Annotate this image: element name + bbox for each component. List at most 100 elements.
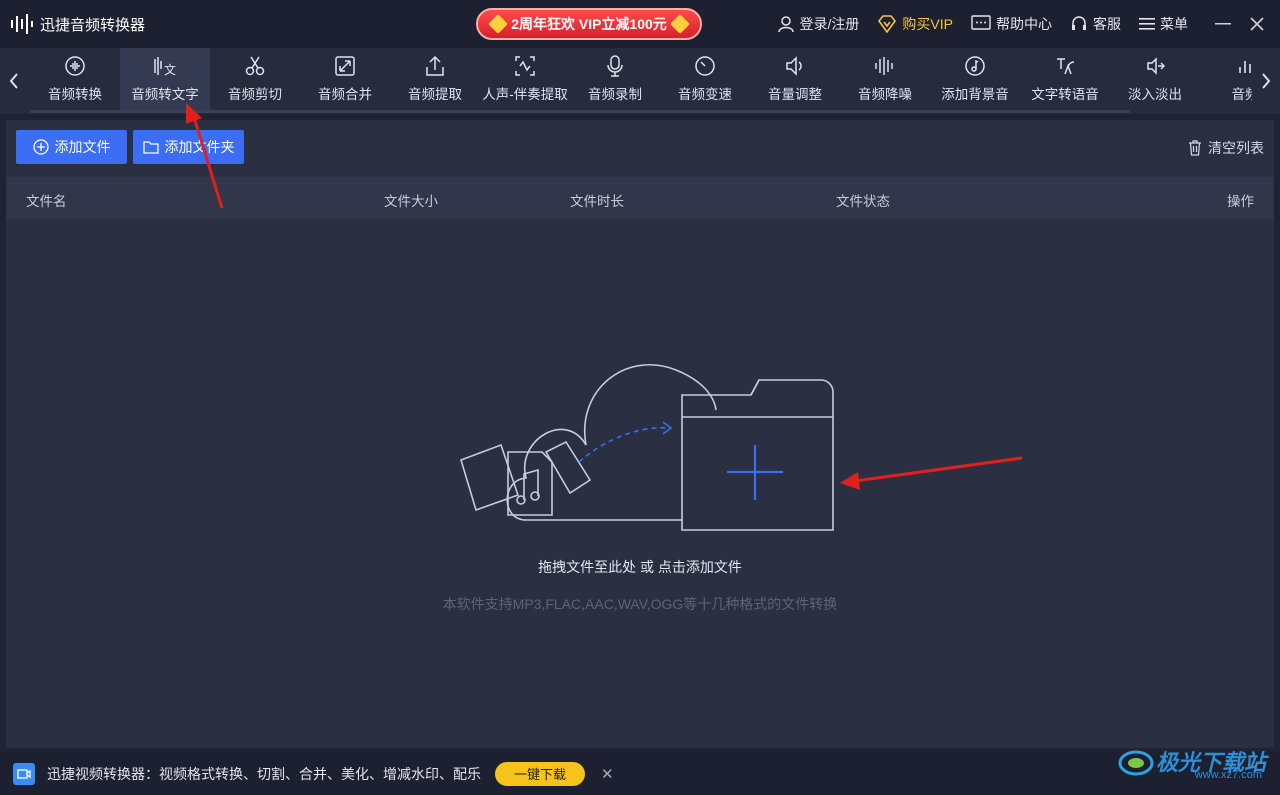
promo-label: 2周年狂欢 VIP立减100元	[511, 16, 667, 32]
tool-label: 音频合并	[318, 87, 372, 102]
column-header: 文件状态	[836, 194, 890, 209]
trash-icon	[1189, 140, 1201, 156]
denoise-icon	[875, 57, 893, 75]
supported-formats-text: 本软件支持MP3,FLAC,AAC,WAV,OGG等十几种格式的文件转换	[442, 596, 838, 612]
help-center-button[interactable]: 帮助中心	[971, 14, 1052, 34]
tool-label: 音频转换	[48, 87, 102, 102]
add-folder-button[interactable]: 添加文件夹	[133, 130, 244, 164]
menu-label: 菜单	[1160, 16, 1188, 32]
minimize-icon	[1215, 23, 1231, 25]
title-bar: 迅捷音频转换器 2周年狂欢 VIP立减100元 登录/注册 购买VIP 帮助中心…	[0, 0, 1280, 48]
buy-vip-button[interactable]: 购买VIP	[877, 14, 953, 34]
buy-vip-label: 购买VIP	[902, 16, 953, 32]
column-header: 文件名	[26, 194, 67, 209]
tool-audio-record[interactable]: 音频录制	[570, 48, 660, 110]
tool-label: 人声-伴奏提取	[482, 87, 568, 102]
gem-icon	[669, 14, 690, 34]
tool-add-background-music[interactable]: 添加背景音	[930, 48, 1020, 110]
tool-label: 音频降噪	[858, 87, 912, 102]
speed-icon	[695, 56, 715, 76]
svg-text:文: 文	[164, 62, 176, 77]
add-folder-label: 添加文件夹	[164, 139, 235, 155]
vip-diamond-icon	[878, 15, 897, 33]
bottom-promo-text: 迅捷视频转换器：视频格式转换、切割、合并、美化、增减水印、配乐	[47, 765, 481, 782]
extract-icon	[426, 55, 444, 76]
watermark-swirl-icon	[1118, 750, 1154, 776]
tools-scrollbar[interactable]	[30, 110, 1130, 113]
gem-icon	[488, 14, 509, 34]
tool-more[interactable]: 音频	[1200, 48, 1252, 110]
close-promo-button[interactable]: ✕	[601, 765, 614, 783]
watermark-logo: 极光下载站 www.xz7.com	[1116, 741, 1266, 781]
column-header: 操作	[1227, 194, 1254, 209]
video-converter-icon	[13, 762, 35, 785]
clear-list-label: 清空列表	[1208, 140, 1264, 156]
file-table-header: 文件名 文件大小 文件时长 文件状态 操作	[6, 177, 1274, 219]
menu-button[interactable]: 菜单	[1139, 14, 1188, 34]
scroll-right-button[interactable]	[1252, 48, 1280, 114]
plus-circle-icon	[32, 139, 49, 155]
tool-vocal-extract[interactable]: 人声-伴奏提取	[480, 48, 570, 110]
tool-volume-adjust[interactable]: 音量调整	[750, 48, 840, 110]
scroll-left-button[interactable]	[0, 48, 28, 114]
add-file-button[interactable]: 添加文件	[16, 130, 127, 164]
audio-to-text-icon: 文	[154, 57, 176, 77]
tool-text-to-speech[interactable]: 文字转语音	[1020, 48, 1110, 110]
chevron-right-icon	[1262, 73, 1271, 89]
add-file-label: 添加文件	[54, 139, 111, 155]
promo-banner[interactable]: 2周年狂欢 VIP立减100元	[476, 8, 702, 40]
fade-icon	[1147, 57, 1166, 75]
drop-zone-hint[interactable]: 拖拽文件至此处 或 点击添加文件	[6, 557, 1274, 577]
chevron-left-icon	[9, 73, 18, 89]
service-button[interactable]: 客服	[1070, 14, 1121, 34]
minimize-button[interactable]	[1206, 0, 1240, 48]
tool-label: 音频提取	[408, 87, 462, 102]
user-icon	[777, 16, 794, 33]
tool-label: 音频录制	[588, 87, 642, 102]
tool-audio-convert[interactable]: 音频转换	[30, 48, 120, 110]
merge-icon	[335, 56, 355, 76]
tools-list: 音频转换 文 音频转文字 音频剪切 音频合并 音频提取 人声-伴奏提取 音频录制	[30, 48, 1252, 114]
chat-icon	[971, 15, 991, 30]
tool-label: 音频变速	[678, 87, 732, 102]
tool-audio-cut[interactable]: 音频剪切	[210, 48, 300, 110]
vocal-extract-icon	[515, 56, 535, 76]
tool-audio-merge[interactable]: 音频合并	[300, 48, 390, 110]
tool-label: 添加背景音	[941, 87, 1009, 102]
text-to-speech-icon	[1057, 58, 1075, 75]
bars-icon	[1239, 61, 1251, 73]
close-icon	[1250, 17, 1264, 31]
tool-audio-to-text[interactable]: 文 音频转文字	[120, 48, 210, 110]
tool-label: 音量调整	[768, 87, 822, 102]
login-label: 登录/注册	[799, 16, 860, 32]
close-button[interactable]	[1240, 0, 1274, 48]
scissors-icon	[245, 56, 265, 76]
tool-label: 淡入淡出	[1128, 87, 1182, 102]
headset-icon	[1072, 16, 1086, 30]
tool-label: 音频转文字	[131, 87, 199, 102]
drop-zone-illustration[interactable]	[446, 350, 846, 540]
login-button[interactable]: 登录/注册	[777, 14, 860, 34]
one-click-download-button[interactable]: 一键下载	[495, 761, 585, 786]
tool-fade[interactable]: 淡入淡出	[1110, 48, 1200, 110]
help-center-label: 帮助中心	[996, 16, 1052, 32]
background-music-icon	[965, 56, 985, 76]
column-header: 文件时长	[570, 194, 624, 209]
column-header: 文件大小	[384, 194, 438, 209]
tool-label: 音频剪切	[228, 87, 282, 102]
hamburger-icon	[1139, 18, 1155, 30]
app-title: 迅捷音频转换器	[40, 16, 146, 34]
tool-label: 音频	[1231, 87, 1253, 102]
tool-label: 文字转语音	[1031, 87, 1099, 102]
app-logo-icon	[8, 10, 36, 38]
bottom-promo-bar: 迅捷视频转换器：视频格式转换、切割、合并、美化、增减水印、配乐 一键下载 ✕	[0, 752, 1280, 795]
service-label: 客服	[1093, 16, 1121, 32]
tool-bar: 音频转换 文 音频转文字 音频剪切 音频合并 音频提取 人声-伴奏提取 音频录制	[0, 48, 1280, 114]
folder-icon	[142, 141, 159, 154]
main-panel: 添加文件 添加文件夹 清空列表 文件名 文件大小 文件时长 文件状态 操作 拖拽…	[6, 120, 1274, 748]
tool-audio-speed[interactable]: 音频变速	[660, 48, 750, 110]
clear-list-button[interactable]: 清空列表	[1188, 138, 1264, 158]
tool-audio-extract[interactable]: 音频提取	[390, 48, 480, 110]
tool-denoise[interactable]: 音频降噪	[840, 48, 930, 110]
volume-icon	[786, 56, 802, 76]
